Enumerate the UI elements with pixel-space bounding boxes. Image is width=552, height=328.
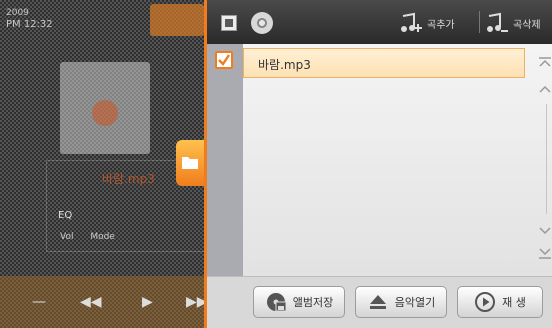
- save-album-button[interactable]: 앨범저장: [253, 286, 345, 318]
- scroll-top-icon[interactable]: [535, 56, 552, 73]
- header-divider: [479, 11, 480, 33]
- scroll-track[interactable]: [546, 104, 547, 214]
- play-icon: ▶: [142, 294, 153, 310]
- clock-date: 2009: [6, 8, 29, 18]
- song-list: [243, 44, 552, 276]
- background-player: 2009 PM 12:32 바람.mp3 EQ Vol Mode — ◀◀ ▶ …: [0, 0, 204, 328]
- save-disc-icon: [266, 293, 287, 312]
- delete-song-button[interactable]: 곡삭제: [485, 12, 541, 34]
- disc-icon: [251, 12, 273, 34]
- add-song-button[interactable]: 곡추가: [399, 12, 455, 34]
- folder-tab[interactable]: [176, 140, 204, 186]
- playlist-header: 곡추가 곡삭제: [207, 0, 552, 44]
- play-circle-icon: [475, 292, 496, 312]
- scroll-bottom-icon[interactable]: [535, 246, 552, 263]
- eject-icon: [369, 295, 386, 309]
- player-mode-row: Vol Mode: [60, 232, 115, 242]
- scroll-up-icon[interactable]: [535, 82, 552, 99]
- play-button[interactable]: 재 생: [457, 286, 543, 318]
- next-icon: ▶▶: [186, 294, 204, 310]
- play-label: 재 생: [502, 296, 526, 309]
- checkbox-column: [207, 44, 243, 276]
- select-all-checkbox[interactable]: [221, 15, 237, 31]
- song-checkbox[interactable]: [215, 51, 233, 69]
- song-name[interactable]: 바람.mp3: [258, 56, 311, 73]
- clock-time: PM 12:32: [6, 19, 53, 30]
- scrollbar: [535, 50, 552, 276]
- delete-song-label: 곡삭제: [513, 19, 541, 31]
- music-note-add-icon: [401, 12, 422, 32]
- scroll-down-icon[interactable]: [535, 224, 552, 241]
- player-control-bar: [0, 276, 204, 328]
- player-tab: [150, 4, 204, 36]
- music-note-delete-icon: [487, 12, 508, 32]
- album-art-icon: [92, 100, 118, 126]
- open-music-label: 음악열기: [394, 296, 436, 309]
- clock: 2009 PM 12:32: [6, 8, 53, 30]
- eq-label: EQ: [58, 210, 73, 221]
- add-song-label: 곡추가: [427, 19, 455, 31]
- open-music-button[interactable]: 음악열기: [355, 286, 447, 318]
- volume-down-icon: —: [32, 294, 46, 310]
- player-song-title: 바람.mp3: [102, 172, 155, 186]
- previous-icon: ◀◀: [80, 294, 102, 310]
- playlist-panel: 곡추가 곡삭제 바람.mp3 앨범저장 음악열기 재 생: [204, 0, 552, 328]
- checkmark-icon: [218, 54, 230, 66]
- folder-icon: [182, 157, 198, 169]
- save-album-label: 앨범저장: [292, 296, 334, 309]
